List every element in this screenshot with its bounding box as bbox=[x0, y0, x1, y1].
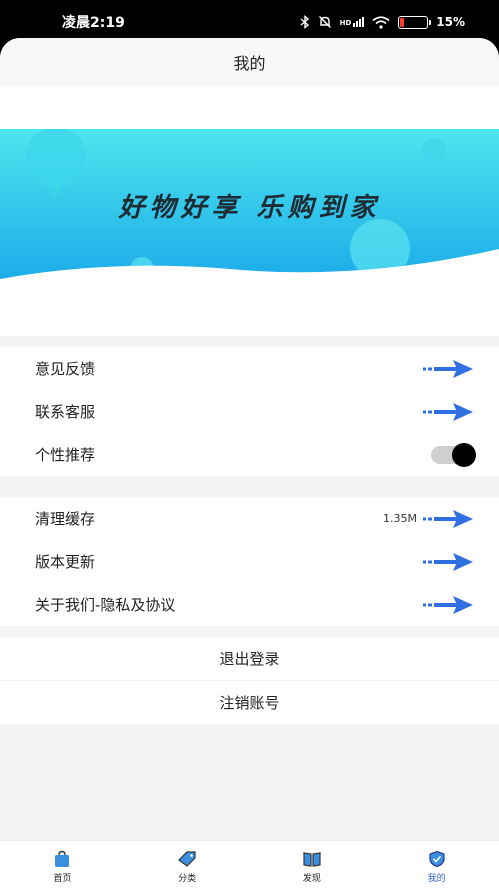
personal-recommend-label: 个性推荐 bbox=[35, 446, 96, 464]
version-update-row[interactable]: 版本更新 bbox=[0, 540, 499, 583]
hero-section: 好物好享 乐购到家 bbox=[0, 86, 499, 336]
app-screen: 我的 好物好享 乐购到家 意见反馈 联系客服 个性推荐 清理缓存 1.35M 版… bbox=[0, 38, 499, 893]
arrow-right-icon bbox=[423, 358, 475, 380]
customer-service-label: 联系客服 bbox=[35, 403, 96, 421]
about-privacy-row[interactable]: 关于我们-隐私及协议 bbox=[0, 583, 499, 626]
customer-service-row[interactable]: 联系客服 bbox=[0, 390, 499, 433]
bottom-tab-bar: 首页 分类 发现 我的 bbox=[0, 840, 499, 893]
battery-percent: 15% bbox=[436, 15, 465, 29]
tab-category-label: 分类 bbox=[178, 874, 197, 884]
logout-button[interactable]: 退出登录 bbox=[0, 637, 499, 680]
status-time: 凌晨2:19 bbox=[62, 15, 125, 31]
wifi-icon bbox=[372, 15, 390, 29]
feedback-label: 意见反馈 bbox=[35, 360, 96, 378]
cache-size-value: 1.35M bbox=[383, 512, 417, 525]
bluetooth-icon bbox=[300, 15, 309, 29]
about-label: 关于我们-隐私及协议 bbox=[35, 596, 176, 614]
clear-cache-label: 清理缓存 bbox=[35, 510, 96, 528]
clear-cache-row[interactable]: 清理缓存 1.35M bbox=[0, 497, 499, 540]
status-icons: HD 15% bbox=[300, 15, 465, 29]
tag-icon bbox=[178, 851, 196, 867]
cell-signal-icon: HD bbox=[340, 17, 365, 27]
shopping-bag-icon bbox=[55, 850, 70, 867]
promo-banner[interactable]: 好物好享 乐购到家 bbox=[0, 129, 499, 289]
arrow-right-icon bbox=[423, 508, 475, 530]
tab-mine[interactable]: 我的 bbox=[374, 841, 499, 893]
page-title: 我的 bbox=[0, 38, 499, 86]
tab-discover-label: 发现 bbox=[302, 874, 321, 884]
shield-check-icon bbox=[429, 850, 445, 868]
arrow-right-icon bbox=[423, 594, 475, 616]
feedback-row[interactable]: 意见反馈 bbox=[0, 347, 499, 390]
arrow-right-icon bbox=[423, 551, 475, 573]
account-actions: 退出登录 注销账号 bbox=[0, 637, 499, 724]
book-icon bbox=[303, 852, 321, 867]
settings-group-2: 清理缓存 1.35M 版本更新 关于我们-隐私及协议 bbox=[0, 497, 499, 626]
banner-slogan: 好物好享 乐购到家 bbox=[118, 193, 381, 223]
phone-frame: 凌晨2:19 HD 15% 我的 好物好享 乐购到家 意见反馈 联系客服 个性推… bbox=[0, 0, 499, 893]
tab-home[interactable]: 首页 bbox=[0, 841, 125, 893]
arrow-right-icon bbox=[423, 401, 475, 423]
mute-bell-icon bbox=[318, 16, 331, 28]
personal-recommend-toggle[interactable] bbox=[431, 442, 476, 467]
cancel-account-button[interactable]: 注销账号 bbox=[0, 681, 499, 724]
settings-group-1: 意见反馈 联系客服 个性推荐 bbox=[0, 347, 499, 476]
battery-icon bbox=[398, 15, 432, 29]
toggle-knob bbox=[452, 442, 476, 467]
cache-right: 1.35M bbox=[383, 508, 475, 530]
tab-category[interactable]: 分类 bbox=[125, 841, 250, 893]
tab-discover[interactable]: 发现 bbox=[250, 841, 375, 893]
hd-label: HD bbox=[339, 19, 352, 27]
personal-recommend-row: 个性推荐 bbox=[0, 433, 499, 476]
tab-mine-label: 我的 bbox=[427, 874, 446, 884]
tab-home-label: 首页 bbox=[53, 874, 72, 884]
version-update-label: 版本更新 bbox=[35, 553, 96, 571]
